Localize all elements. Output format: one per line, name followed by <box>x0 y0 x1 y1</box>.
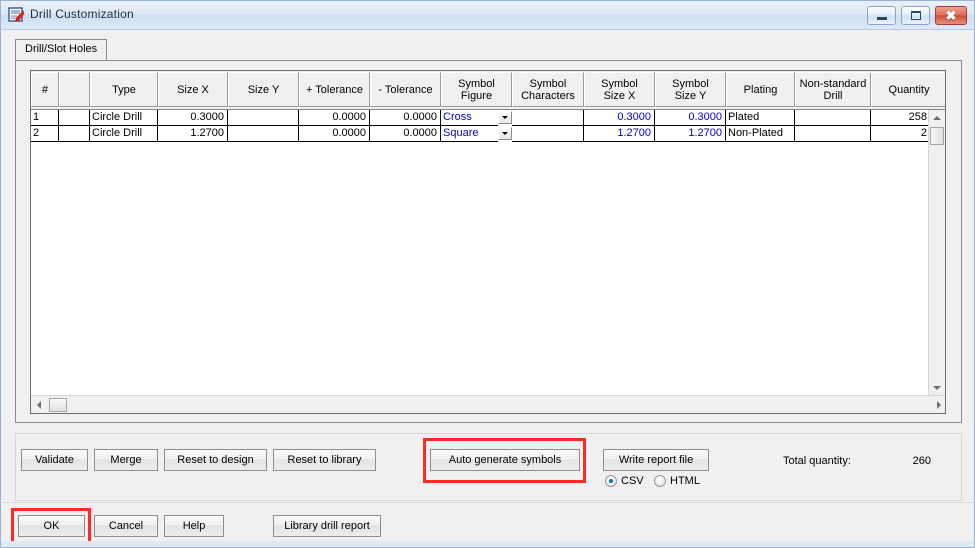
tab-drill-slot-holes[interactable]: Drill/Slot Holes <box>15 39 108 61</box>
table-header-row: # Type Size X Size Y + Tolerance - Toler… <box>31 71 945 110</box>
maximize-button[interactable] <box>901 6 930 25</box>
column-header-quantity[interactable]: Quantity <box>871 72 945 107</box>
cell-symbol-size-y[interactable]: 1.2700 <box>655 126 726 142</box>
cell-plus-tolerance[interactable]: 0.0000 <box>299 126 370 142</box>
column-header-symbol-size-x[interactable]: Symbol Size X <box>584 72 655 107</box>
table-row[interactable]: 1 Circle Drill 0.3000 0.0000 0.0000 Cros… <box>31 110 930 126</box>
cell-symbol-size-y[interactable]: 0.3000 <box>655 110 726 126</box>
table-vertical-scrollbar[interactable] <box>928 110 945 396</box>
column-header-blank[interactable] <box>59 72 90 107</box>
cell-size-y[interactable] <box>228 126 299 142</box>
format-html-radio[interactable]: HTML <box>654 475 700 487</box>
radio-indicator-csv <box>605 475 617 487</box>
minimize-icon <box>868 7 895 24</box>
library-drill-report-button[interactable]: Library drill report <box>273 515 381 537</box>
validate-button[interactable]: Validate <box>21 449 88 471</box>
column-header-plus-tolerance[interactable]: + Tolerance <box>299 72 370 107</box>
cell-quantity[interactable]: 2 <box>871 126 930 142</box>
table-body: 1 Circle Drill 0.3000 0.0000 0.0000 Cros… <box>31 110 930 396</box>
cell-size-x[interactable]: 1.2700 <box>158 126 228 142</box>
drill-customization-window: Drill Customization ✖ Drill/Slot Holes #… <box>0 0 975 548</box>
minimize-button[interactable] <box>867 6 896 25</box>
close-icon: ✖ <box>945 8 957 23</box>
tab-page-drill-slot-holes: # Type Size X Size Y + Tolerance - Toler… <box>15 60 962 423</box>
scroll-left-button[interactable] <box>31 397 47 413</box>
scroll-up-button[interactable] <box>929 110 945 126</box>
column-header-size-y[interactable]: Size Y <box>228 72 299 107</box>
column-header-size-x[interactable]: Size X <box>158 72 228 107</box>
cell-non-standard-drill[interactable] <box>795 126 871 142</box>
cell-mark[interactable] <box>59 110 90 126</box>
close-button[interactable]: ✖ <box>935 6 967 25</box>
column-header-symbol-figure[interactable]: Symbol Figure <box>441 72 512 107</box>
column-header-symbol-size-y[interactable]: Symbol Size Y <box>655 72 726 107</box>
merge-button[interactable]: Merge <box>94 449 158 471</box>
tab-label: Drill/Slot Holes <box>25 43 98 55</box>
cell-plating[interactable]: Plated <box>726 110 795 126</box>
total-quantity-label: Total quantity: <box>783 455 851 467</box>
symbol-figure-dropdown-button[interactable] <box>498 127 512 140</box>
column-header-type[interactable]: Type <box>90 72 158 107</box>
column-header-minus-tolerance[interactable]: - Tolerance <box>370 72 441 107</box>
cell-mark[interactable] <box>59 126 90 142</box>
drill-app-icon <box>8 7 25 22</box>
cell-type[interactable]: Circle Drill <box>90 110 158 126</box>
column-header-symbol-characters[interactable]: Symbol Characters <box>512 72 584 107</box>
cell-type[interactable]: Circle Drill <box>90 126 158 142</box>
radio-indicator-html <box>654 475 666 487</box>
cell-size-x[interactable]: 0.3000 <box>158 110 228 126</box>
format-csv-label: CSV <box>621 475 644 487</box>
triangle-right-icon <box>937 401 941 409</box>
tab-strip: Drill/Slot Holes <box>15 39 962 61</box>
scroll-right-button[interactable] <box>931 397 945 413</box>
cell-symbol-figure[interactable]: Cross <box>441 110 498 126</box>
triangle-left-icon <box>37 401 41 409</box>
cell-symbol-size-x[interactable]: 0.3000 <box>584 110 655 126</box>
table-row[interactable]: 2 Circle Drill 1.2700 0.0000 0.0000 Squa… <box>31 126 930 142</box>
cell-symbol-characters[interactable] <box>512 126 584 142</box>
maximize-icon <box>902 7 929 24</box>
horizontal-scroll-thumb[interactable] <box>49 398 67 412</box>
help-button[interactable]: Help <box>164 515 224 537</box>
triangle-up-icon <box>933 116 941 120</box>
title-bar: Drill Customization ✖ <box>1 1 974 30</box>
cell-index[interactable]: 1 <box>31 110 59 126</box>
format-html-label: HTML <box>670 475 700 487</box>
scroll-down-button[interactable] <box>929 380 945 396</box>
chevron-down-icon <box>502 116 508 119</box>
reset-to-library-button[interactable]: Reset to library <box>273 449 376 471</box>
vertical-scroll-thumb[interactable] <box>930 127 944 145</box>
auto-generate-symbols-button[interactable]: Auto generate symbols <box>430 449 580 471</box>
column-header-plating[interactable]: Plating <box>726 72 795 107</box>
cell-symbol-characters[interactable] <box>512 110 584 126</box>
cell-index[interactable]: 2 <box>31 126 59 142</box>
column-header-index[interactable]: # <box>31 72 59 107</box>
window-bottom-strip <box>1 541 974 547</box>
format-csv-radio[interactable]: CSV <box>605 475 644 487</box>
write-report-file-button[interactable]: Write report file <box>603 449 709 471</box>
window-title: Drill Customization <box>30 7 134 21</box>
chevron-down-icon <box>502 132 508 135</box>
cell-minus-tolerance[interactable]: 0.0000 <box>370 110 441 126</box>
triangle-down-icon <box>933 386 941 390</box>
cell-plating[interactable]: Non-Plated <box>726 126 795 142</box>
cell-plus-tolerance[interactable]: 0.0000 <box>299 110 370 126</box>
cell-symbol-figure[interactable]: Square <box>441 126 498 142</box>
cancel-button[interactable]: Cancel <box>94 515 158 537</box>
cell-symbol-size-x[interactable]: 1.2700 <box>584 126 655 142</box>
reset-to-design-button[interactable]: Reset to design <box>164 449 267 471</box>
symbol-figure-dropdown-button[interactable] <box>498 111 512 124</box>
ok-button[interactable]: OK <box>18 515 85 537</box>
total-quantity-value: 260 <box>912 455 931 467</box>
cell-minus-tolerance[interactable]: 0.0000 <box>370 126 441 142</box>
cell-non-standard-drill[interactable] <box>795 110 871 126</box>
drill-table: # Type Size X Size Y + Tolerance - Toler… <box>30 70 946 414</box>
cell-size-y[interactable] <box>228 110 299 126</box>
table-horizontal-scrollbar[interactable] <box>31 395 945 413</box>
cell-quantity[interactable]: 258 <box>871 110 930 126</box>
column-header-non-standard-drill[interactable]: Non-standard Drill <box>795 72 871 107</box>
